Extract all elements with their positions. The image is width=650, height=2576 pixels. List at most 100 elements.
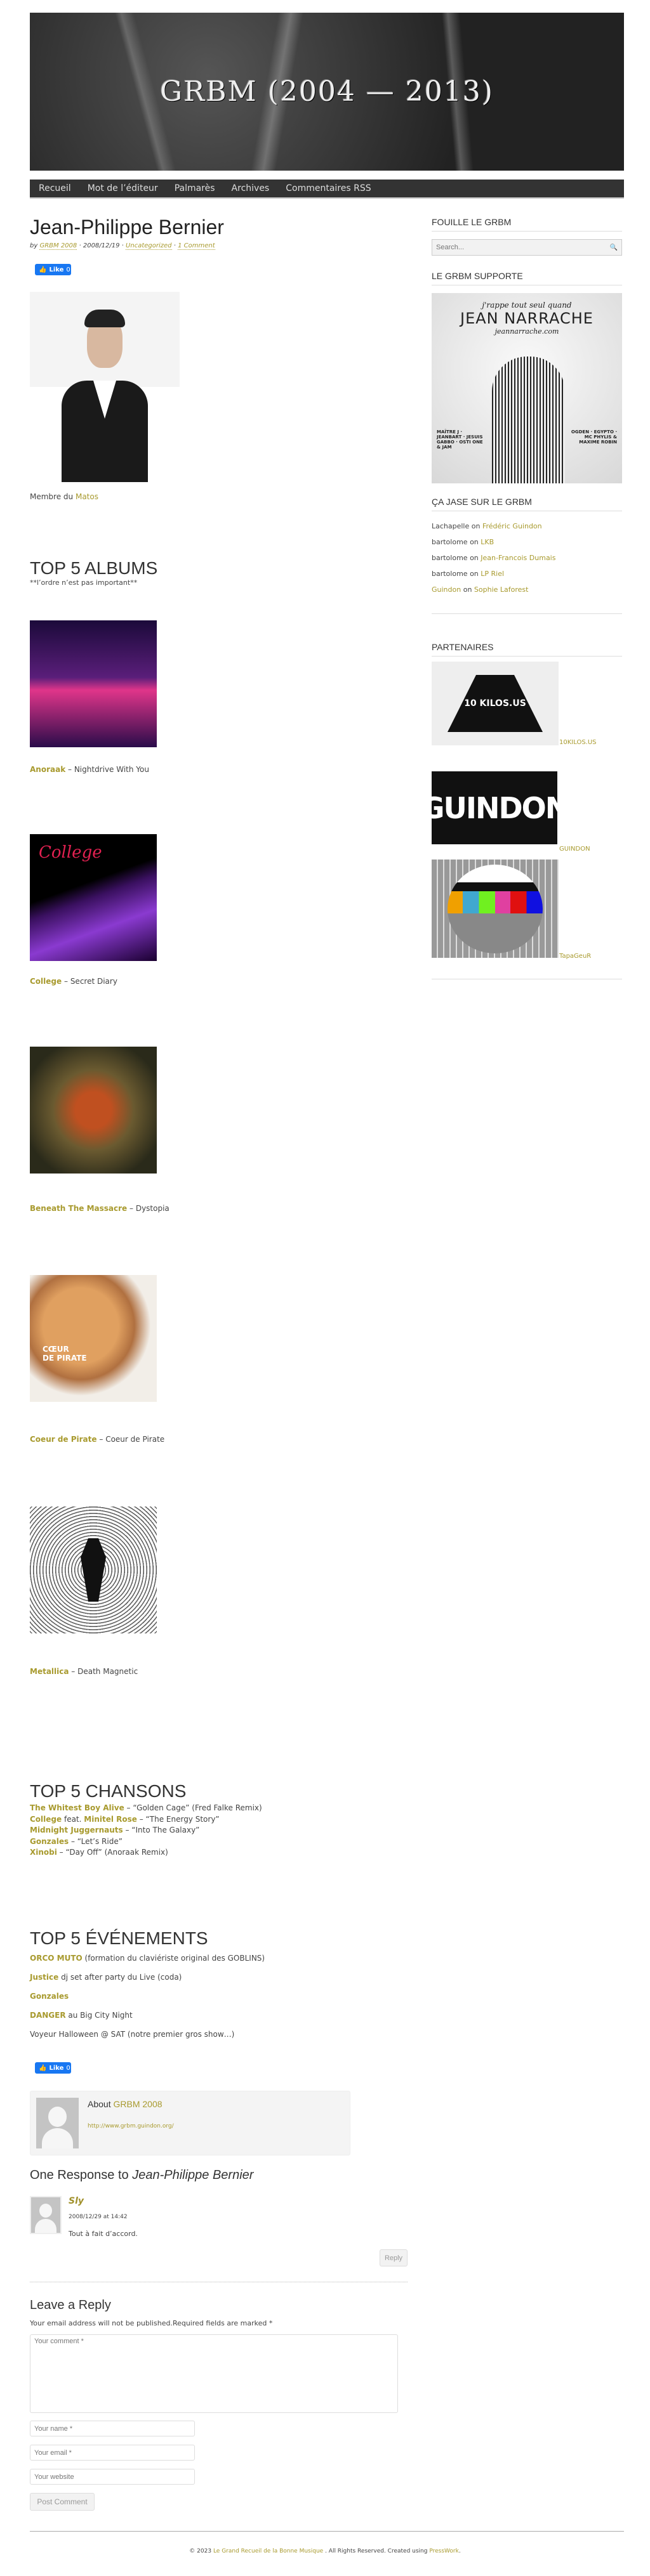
commenter-avatar (30, 2196, 62, 2234)
post-link[interactable]: Sophie Laforest (474, 585, 529, 594)
on-text: on (470, 570, 479, 578)
post-link[interactable]: Frédéric Guindon (482, 522, 542, 530)
post-comment-button[interactable]: Post Comment (30, 2493, 95, 2511)
author-box: About GRBM 2008 http://www.grbm.guindon.… (30, 2091, 350, 2155)
post-link[interactable]: LKB (481, 538, 494, 546)
partner-logo-10kilos[interactable]: 10 KILOS.US (432, 662, 559, 745)
like-button-bottom[interactable]: 👍 Like 0 (35, 2062, 71, 2074)
artist-link[interactable]: College (30, 1815, 62, 1824)
album-cover-beneath-the-massacre[interactable] (30, 1047, 157, 1174)
nav-recueil[interactable]: Recueil (39, 183, 71, 193)
portrait-image (30, 292, 180, 482)
header-banner[interactable]: GRBM (2004 — 2013) (30, 13, 624, 171)
comments-heading: One Response to Jean-Philippe Bernier (30, 2168, 253, 2183)
website-input[interactable] (30, 2469, 195, 2485)
thumbs-up-icon: 👍 (39, 2064, 47, 2072)
partner-link-guindon[interactable]: GUINDON (559, 846, 590, 853)
meta-by: by (30, 242, 38, 249)
mask-illustration (492, 356, 565, 483)
author-heading: About GRBM 2008 (88, 2099, 162, 2109)
post-link[interactable]: Jean-Francois Dumais (481, 554, 555, 562)
artist-link[interactable]: Xinobi (30, 1848, 57, 1857)
album-cover-metallica[interactable] (30, 1507, 157, 1633)
event-item: DANGER au Big City Night (30, 2006, 265, 2025)
reply-heading: Leave a Reply (30, 2298, 111, 2312)
nav-palmares[interactable]: Palmarès (175, 183, 215, 193)
poster-artists-right: OGDEN · EGYPTO · MC PHYLIS & MAXIME ROBI… (571, 429, 617, 445)
comment-author-link[interactable]: Sly (69, 2196, 84, 2206)
presswork-link[interactable]: PressWork (429, 2548, 458, 2554)
comment-textarea[interactable] (30, 2334, 398, 2413)
category-link[interactable]: Uncategorized (126, 242, 172, 250)
album-title: Secret Diary (70, 977, 117, 986)
jean-narrache-poster[interactable]: j'rappe tout seul quand JEAN NARRACHE je… (432, 293, 622, 483)
event-text: (formation du claviériste original des G… (82, 1954, 265, 1963)
heading-prefix: One Response to (30, 2168, 129, 2182)
artist-link[interactable]: Anoraak (30, 765, 65, 774)
search-input[interactable] (436, 244, 595, 251)
like-count: 0 (66, 266, 70, 273)
comment-date[interactable]: 2008/12/29 at 14:42 (69, 2214, 128, 2220)
artist-link[interactable]: Midnight Juggernauts (30, 1826, 123, 1834)
author-link[interactable]: GRBM 2008 (39, 242, 77, 250)
song-title: – “Into The Galaxy” (123, 1826, 200, 1834)
post-date: 2008/12/19 (83, 242, 120, 249)
nav-archives[interactable]: Archives (232, 183, 270, 193)
album-cover-college[interactable]: College (30, 834, 157, 961)
nav-mot-editeur[interactable]: Mot de l’éditeur (88, 183, 158, 193)
site-title[interactable]: GRBM (2004 — 2013) (160, 75, 494, 108)
reply-button[interactable]: Reply (380, 2249, 408, 2266)
event-link[interactable]: Justice (30, 1973, 58, 1982)
author-name-link[interactable]: GRBM 2008 (113, 2099, 162, 2109)
email-input[interactable] (30, 2445, 195, 2461)
artist-link[interactable]: Minitel Rose (84, 1815, 137, 1824)
comment-text: Tout à fait d’accord. (69, 2230, 138, 2238)
artist-link[interactable]: The Whitest Boy Alive (30, 1803, 124, 1812)
artist-link[interactable]: Metallica (30, 1667, 69, 1676)
artist-link[interactable]: College (30, 977, 62, 986)
like-count: 0 (66, 2064, 70, 2072)
reply-note: Your email address will not be published… (30, 2319, 273, 2327)
commenter-link[interactable]: Guindon (432, 585, 461, 594)
partners-heading: PARTENAIRES (432, 642, 622, 657)
like-button[interactable]: 👍 Like 0 (35, 264, 71, 275)
album-cover-coeur-de-pirate[interactable]: CŒUR DE PIRATE (30, 1275, 157, 1402)
songs-heading: TOP 5 CHANSONS (30, 1781, 187, 1801)
artist-link[interactable]: Gonzales (30, 1837, 69, 1846)
footer: © 2023 Le Grand Recueil de la Bonne Musi… (0, 2548, 650, 2554)
commenter: bartolome (432, 554, 468, 562)
song-item: College feat. Minitel Rose – “The Energy… (30, 1814, 262, 1826)
album-title: Dystopia (135, 1204, 169, 1213)
partner-logo-tapageur[interactable] (432, 860, 559, 958)
artist-link[interactable]: Beneath The Massacre (30, 1204, 127, 1213)
commenter: Lachapelle (432, 522, 470, 530)
separator: · (79, 242, 81, 249)
search-box[interactable]: 🔍 (432, 239, 622, 256)
album-caption: Anoraak – Nightdrive With You (30, 765, 149, 774)
album-caption: College – Secret Diary (30, 977, 117, 986)
event-item: ORCO MUTO (formation du claviériste orig… (30, 1949, 265, 1968)
nav-rss[interactable]: Commentaires RSS (286, 183, 371, 193)
event-link[interactable]: Gonzales (30, 1992, 69, 2001)
album-cover-anoraak[interactable] (30, 620, 157, 747)
artist-link[interactable]: Coeur de Pirate (30, 1435, 97, 1444)
search-heading: FOUILLE LE GRBM (432, 217, 622, 232)
dash: – (63, 977, 68, 986)
dash: – (99, 1435, 103, 1444)
author-url-link[interactable]: http://www.grbm.guindon.org/ (88, 2123, 174, 2129)
footer-site-link[interactable]: Le Grand Recueil de la Bonne Musique (213, 2548, 323, 2554)
separator: · (173, 242, 176, 249)
album-title: Coeur de Pirate (105, 1435, 165, 1444)
partner-link-tapageur[interactable]: TapaGeuR (559, 953, 591, 960)
name-input[interactable] (30, 2421, 195, 2436)
recent-comments-heading: ÇA JASE SUR LE GRBM (432, 497, 622, 511)
event-link[interactable]: DANGER (30, 2011, 66, 2020)
search-icon[interactable]: 🔍 (610, 244, 618, 251)
comments-link[interactable]: 1 Comment (178, 242, 215, 250)
partner-logo-guindon[interactable]: GUINDON (421, 752, 569, 851)
post-meta: by GRBM 2008 · 2008/12/19 · Uncategorize… (30, 242, 215, 250)
matos-link[interactable]: Matos (76, 492, 98, 501)
post-link[interactable]: LP Riel (481, 570, 504, 578)
partner-link-10kilos[interactable]: 10KILOS.US (559, 739, 597, 746)
event-link[interactable]: ORCO MUTO (30, 1954, 83, 1963)
